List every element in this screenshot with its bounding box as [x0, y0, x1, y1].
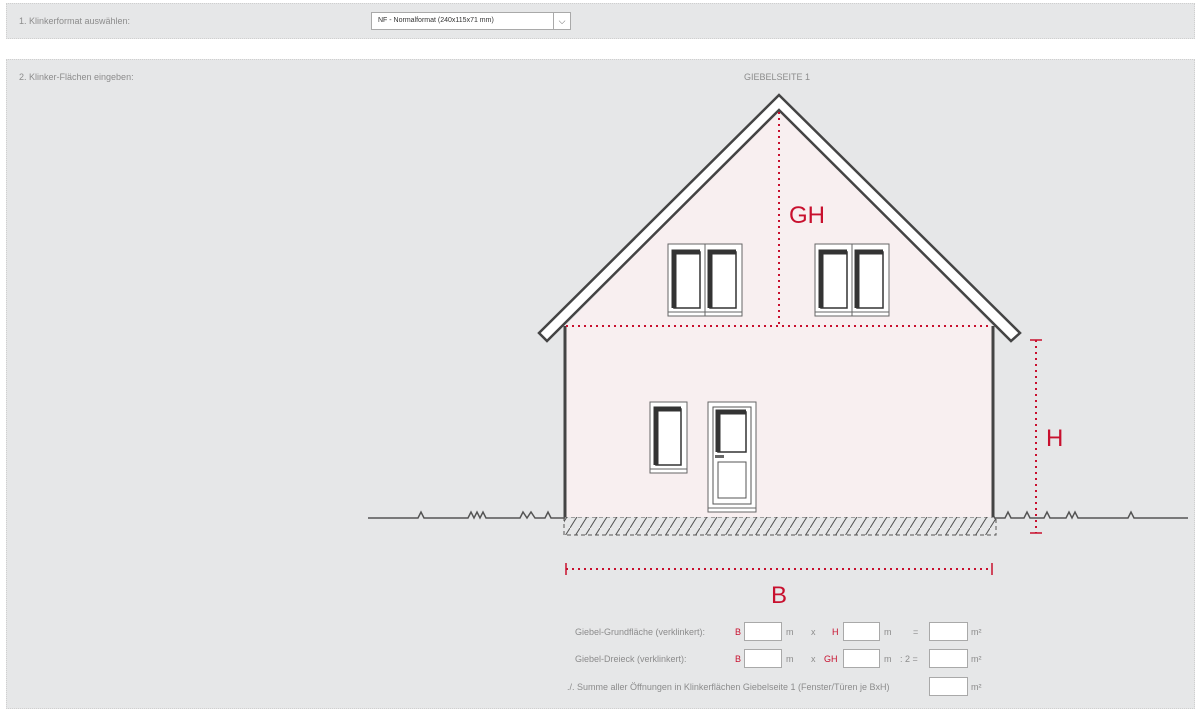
- row1-var-h: H: [832, 627, 839, 637]
- row2-label: Giebel-Dreieck (verklinkert):: [575, 654, 687, 664]
- row1-unit-b: m: [786, 627, 794, 637]
- row2-result-input[interactable]: [929, 649, 968, 668]
- row1-equals: =: [913, 627, 919, 637]
- row2-gh-input[interactable]: [843, 649, 880, 668]
- row3-unit: m²: [971, 682, 982, 692]
- row2-unit-b: m: [786, 654, 794, 664]
- row3-openings-input[interactable]: [929, 677, 968, 696]
- row2-divide: : 2 =: [900, 654, 918, 664]
- row2-b-input[interactable]: [744, 649, 782, 668]
- row1-result-input[interactable]: [929, 622, 968, 641]
- house-wall: [565, 110, 993, 517]
- form-row-oeffnungen: ./. Summe aller Öffnungen in Klinkerfläc…: [0, 677, 1200, 697]
- row2-times: x: [811, 654, 816, 664]
- row2-unit-result: m²: [971, 654, 982, 664]
- b-label: B: [771, 582, 787, 609]
- row2-var-b: B: [735, 654, 742, 664]
- house-diagram: GH H B: [368, 93, 1188, 609]
- row3-label: ./. Summe aller Öffnungen in Klinkerfläc…: [567, 682, 890, 692]
- h-label: H: [1046, 425, 1063, 452]
- row1-b-input[interactable]: [744, 622, 782, 641]
- front-door: [707, 401, 757, 513]
- row1-unit-result: m²: [971, 627, 982, 637]
- row1-var-b: B: [735, 627, 742, 637]
- form-row-grundflaeche: Giebel-Grundfläche (verklinkert): B m x …: [0, 622, 1200, 642]
- row1-label: Giebel-Grundfläche (verklinkert):: [575, 627, 706, 637]
- foundation-hatch: [563, 516, 997, 536]
- row2-unit-gh: m: [884, 654, 892, 664]
- upper-left-window: [667, 243, 743, 317]
- upper-right-window: [814, 243, 890, 317]
- row2-var-gh: GH: [824, 654, 838, 664]
- form-row-dreieck: Giebel-Dreieck (verklinkert): B m x GH m…: [0, 649, 1200, 669]
- lower-window: [649, 401, 688, 474]
- gh-label: GH: [789, 202, 825, 229]
- row1-h-input[interactable]: [843, 622, 880, 641]
- row1-unit-h: m: [884, 627, 892, 637]
- row1-times: x: [811, 627, 816, 637]
